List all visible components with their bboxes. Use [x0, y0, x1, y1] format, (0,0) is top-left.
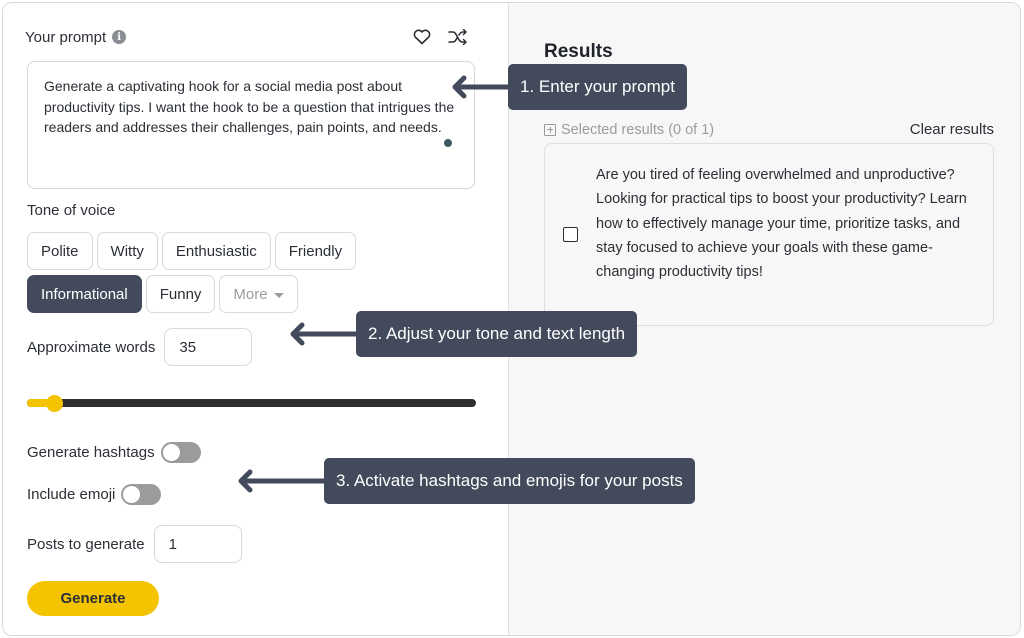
arrow-left-icon [238, 469, 328, 493]
toggle-knob [161, 443, 181, 462]
callout-step2: 2. Adjust your tone and text length [356, 311, 638, 357]
tone-options: Polite Witty Enthusiastic Friendly Infor… [27, 232, 387, 313]
heart-icon[interactable] [411, 26, 433, 48]
emoji-row: Include emoji [27, 484, 162, 505]
posts-row: Posts to generate 1 [27, 525, 242, 563]
info-icon[interactable]: i [112, 30, 127, 44]
callout-step1: 1. Enter your prompt [508, 64, 687, 110]
results-title: Results [544, 41, 613, 62]
clear-results-button[interactable]: Clear results [910, 121, 994, 138]
result-text: Are you tired of feeling overwhelmed and… [596, 167, 967, 281]
more-label: More [233, 285, 268, 303]
selected-count: Selected results (0 of 1) [561, 121, 715, 138]
result-checkbox[interactable] [563, 227, 578, 242]
plus-square-icon [544, 123, 556, 136]
selected-results-toggle[interactable]: Selected results (0 of 1) [544, 122, 714, 138]
slider-thumb[interactable] [46, 395, 63, 412]
posts-input[interactable]: 1 [153, 525, 242, 563]
prompt-input[interactable]: Generate a captivating hook for a social… [27, 61, 475, 189]
emoji-label: Include emoji [27, 486, 116, 503]
tone-more-dropdown[interactable]: More [219, 275, 298, 313]
arrow-left-icon [290, 322, 360, 346]
tone-informational[interactable]: Informational [27, 275, 142, 313]
hashtags-toggle[interactable] [160, 442, 201, 463]
prompt-label: Your prompt [25, 28, 107, 46]
words-slider[interactable] [27, 395, 476, 412]
result-card: Are you tired of feeling overwhelmed and… [544, 143, 994, 326]
hashtags-label: Generate hashtags [27, 444, 155, 461]
tone-friendly[interactable]: Friendly [274, 232, 357, 270]
emoji-toggle[interactable] [121, 484, 162, 505]
status-dot [444, 139, 452, 147]
selected-row: Selected results (0 of 1) Clear results [544, 121, 994, 138]
words-input[interactable]: 35 [164, 328, 253, 366]
posts-label: Posts to generate [27, 535, 145, 553]
tone-label: Tone of voice [27, 202, 116, 219]
tone-enthusiastic[interactable]: Enthusiastic [161, 232, 271, 270]
tone-polite[interactable]: Polite [27, 232, 93, 270]
caret-down-icon [273, 292, 284, 298]
hashtags-row: Generate hashtags [27, 442, 201, 463]
words-row: Approximate words 35 [27, 328, 253, 366]
callout-step3: 3. Activate hashtags and emojis for your… [324, 458, 695, 504]
generate-button[interactable]: Generate [27, 581, 159, 616]
tone-funny[interactable]: Funny [145, 275, 216, 313]
words-label: Approximate words [27, 338, 156, 356]
shuffle-icon[interactable] [447, 26, 469, 48]
prompt-header: Your prompt i [25, 26, 475, 48]
tone-witty[interactable]: Witty [96, 232, 158, 270]
toggle-knob [122, 485, 142, 504]
slider-track [27, 399, 476, 407]
prompt-actions [411, 26, 469, 48]
